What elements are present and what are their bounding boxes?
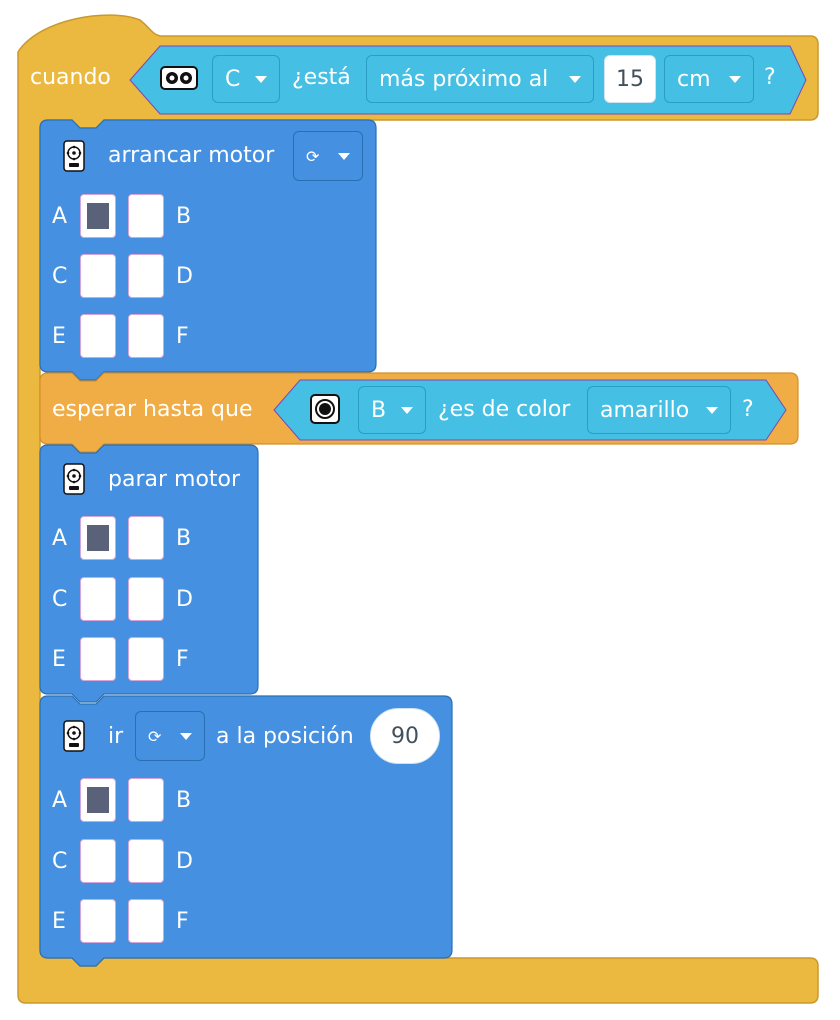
port-selected-indicator <box>87 787 109 813</box>
port-selected-indicator <box>87 203 109 229</box>
port-label-d: D <box>176 587 193 612</box>
distance-input[interactable]: 15 <box>604 55 656 103</box>
chevron-down-icon <box>338 153 350 160</box>
port-label-b: B <box>176 204 192 229</box>
port-b-toggle[interactable] <box>128 194 164 238</box>
color-dropdown[interactable]: amarillo <box>587 386 731 434</box>
wait-question-mark: ? <box>742 397 754 422</box>
port-e-toggle[interactable] <box>80 637 116 681</box>
position-input[interactable]: 90 <box>370 708 440 764</box>
port-label-c: C <box>52 264 68 289</box>
port-d-toggle[interactable] <box>128 839 164 883</box>
port-c-toggle[interactable] <box>80 577 116 621</box>
comparison-dropdown[interactable]: más próximo al <box>366 55 594 103</box>
port-c-toggle[interactable] <box>80 839 116 883</box>
port-label-e: E <box>52 324 66 349</box>
port-e-toggle[interactable] <box>80 899 116 943</box>
port-label-f: F <box>176 909 189 934</box>
port-label-c: C <box>52 587 68 612</box>
chevron-down-icon <box>401 407 413 414</box>
unit-dropdown[interactable]: cm <box>664 55 754 103</box>
chevron-down-icon <box>180 733 192 740</box>
question-mark: ? <box>764 65 776 90</box>
port-a-toggle[interactable] <box>80 194 116 238</box>
port-label-e: E <box>52 647 66 672</box>
motor-icon <box>63 140 85 172</box>
unit-value: cm <box>677 66 711 92</box>
port-label-b: B <box>176 788 192 813</box>
start-motor-label: arrancar motor <box>108 143 275 168</box>
comparison-value: más próximo al <box>379 66 549 92</box>
question-label: ¿está <box>292 65 351 90</box>
color-sensor-port-value: B <box>371 397 387 423</box>
chevron-down-icon <box>569 76 581 83</box>
direction-dropdown[interactable]: ⟳ <box>293 131 363 181</box>
port-label-c: C <box>52 849 68 874</box>
chevron-down-icon <box>706 407 718 414</box>
distance-sensor-icon <box>160 66 198 90</box>
port-label-f: F <box>176 647 189 672</box>
port-f-toggle[interactable] <box>128 314 164 358</box>
rotate-icon: ⟳ <box>148 726 162 746</box>
port-label-f: F <box>176 324 189 349</box>
color-sensor-port-dropdown[interactable]: B <box>358 386 426 434</box>
port-label-a: A <box>52 526 68 551</box>
sensor-port-value: C <box>225 66 241 92</box>
color-question-label: ¿es de color <box>438 397 571 422</box>
direction-dropdown[interactable]: ⟳ <box>135 711 205 761</box>
port-selected-indicator <box>87 525 109 551</box>
go-to-label: ir <box>108 724 124 749</box>
motor-icon <box>63 463 85 495</box>
port-a-toggle[interactable] <box>80 516 116 560</box>
port-d-toggle[interactable] <box>128 254 164 298</box>
sensor-port-dropdown[interactable]: C <box>212 55 280 103</box>
port-label-b: B <box>176 526 192 551</box>
port-a-toggle[interactable] <box>80 778 116 822</box>
motor-icon <box>63 720 85 752</box>
position-label: a la posición <box>216 724 354 749</box>
port-label-a: A <box>52 788 68 813</box>
stop-motor-label: parar motor <box>108 467 241 492</box>
when-label: cuando <box>30 65 111 90</box>
color-sensor-icon <box>310 394 340 424</box>
port-label-d: D <box>176 264 193 289</box>
chevron-down-icon <box>255 76 267 83</box>
port-f-toggle[interactable] <box>128 899 164 943</box>
port-label-a: A <box>52 204 68 229</box>
port-e-toggle[interactable] <box>80 314 116 358</box>
port-b-toggle[interactable] <box>128 516 164 560</box>
port-label-e: E <box>52 909 66 934</box>
port-b-toggle[interactable] <box>128 778 164 822</box>
port-d-toggle[interactable] <box>128 577 164 621</box>
rotate-icon: ⟳ <box>306 146 320 166</box>
chevron-down-icon <box>729 76 741 83</box>
port-label-d: D <box>176 849 193 874</box>
port-c-toggle[interactable] <box>80 254 116 298</box>
port-f-toggle[interactable] <box>128 637 164 681</box>
color-value: amarillo <box>600 397 690 423</box>
wait-until-label: esperar hasta que <box>52 397 253 422</box>
